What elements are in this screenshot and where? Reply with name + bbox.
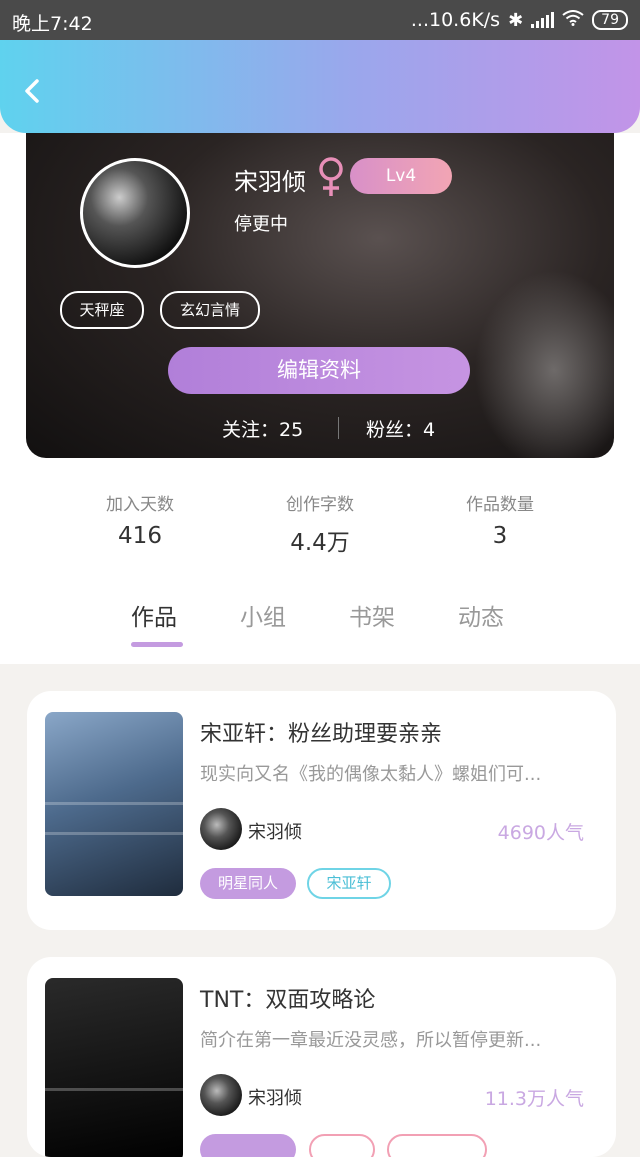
- author-name[interactable]: 宋羽倾: [248, 818, 302, 844]
- back-button[interactable]: [18, 76, 48, 106]
- work-tag[interactable]: 宋亚轩: [307, 868, 391, 899]
- profile-status: 停更中: [234, 214, 288, 235]
- status-time: 晚上7:42: [12, 13, 93, 35]
- level-badge: Lv4: [350, 158, 452, 194]
- following-count[interactable]: 关注：25: [222, 415, 303, 442]
- chevron-left-icon: [25, 79, 39, 103]
- work-tag[interactable]: [200, 1134, 296, 1157]
- profile-name: 宋羽倾: [234, 168, 306, 196]
- profile-tag-genre: 玄幻言情: [160, 291, 260, 329]
- work-card[interactable]: TNT：双面攻略论 简介在第一章最近没灵感，所以暂停更新... 宋羽倾 11.3…: [27, 957, 616, 1157]
- bluetooth-icon: ✱: [508, 9, 524, 31]
- stat-join-days: 加入天数 416: [65, 490, 215, 549]
- work-tag[interactable]: [387, 1134, 487, 1157]
- stat-word-count: 创作字数 4.4万: [245, 490, 395, 557]
- author-avatar[interactable]: [200, 1074, 242, 1116]
- tab-activity[interactable]: 动态: [458, 598, 504, 632]
- author-name[interactable]: 宋羽倾: [248, 1084, 302, 1110]
- status-bar: 晚上7:42 ...10.6K/s ✱ 79: [0, 0, 640, 40]
- work-popularity: 11.3万人气: [484, 1088, 584, 1110]
- work-cover[interactable]: [45, 978, 183, 1157]
- wifi-icon: [562, 9, 584, 31]
- tab-bar: 作品 小组 书架 动态: [0, 598, 640, 664]
- header-bar: [0, 40, 640, 133]
- work-tag[interactable]: 明星同人: [200, 868, 296, 899]
- work-description: 现实向又名《我的偶像太黏人》螺姐们可...: [200, 764, 542, 785]
- work-card[interactable]: 宋亚轩：粉丝助理要亲亲 现实向又名《我的偶像太黏人》螺姐们可... 宋羽倾 46…: [27, 691, 616, 930]
- stat-works-count: 作品数量 3: [425, 490, 575, 549]
- work-title[interactable]: TNT：双面攻略论: [200, 982, 375, 1014]
- author-avatar[interactable]: [200, 808, 242, 850]
- stat-label: 创作字数: [286, 495, 354, 515]
- stat-value: 416: [118, 523, 162, 549]
- profile-tag-zodiac: 天秤座: [60, 291, 144, 329]
- work-popularity: 4690人气: [497, 822, 584, 844]
- profile-card: 宋羽倾 Lv4 停更中 天秤座 玄幻言情 编辑资料 关注：25 粉丝：4: [26, 120, 614, 458]
- stat-value: 3: [492, 523, 508, 549]
- signal-icon: [531, 12, 555, 28]
- work-cover[interactable]: [45, 712, 183, 896]
- tab-groups[interactable]: 小组: [240, 598, 286, 632]
- battery-indicator: 79: [592, 10, 628, 30]
- edit-profile-button[interactable]: 编辑资料: [168, 347, 470, 394]
- stat-label: 作品数量: [466, 495, 534, 515]
- stats-card: 加入天数 416 创作字数 4.4万 作品数量 3: [52, 458, 588, 581]
- active-tab-indicator: [131, 642, 183, 647]
- follow-divider: [338, 417, 339, 439]
- tab-bookshelf[interactable]: 书架: [349, 598, 395, 632]
- followers-count[interactable]: 粉丝：4: [366, 415, 435, 442]
- network-speed: ...10.6K/s: [410, 9, 501, 31]
- work-description: 简介在第一章最近没灵感，所以暂停更新...: [200, 1030, 542, 1051]
- avatar[interactable]: [80, 158, 190, 268]
- work-title[interactable]: 宋亚轩：粉丝助理要亲亲: [200, 716, 442, 748]
- female-icon: [316, 156, 346, 202]
- stat-label: 加入天数: [106, 495, 174, 515]
- work-tag[interactable]: [309, 1134, 375, 1157]
- stat-value: 4.4万: [290, 530, 350, 556]
- tab-works[interactable]: 作品: [131, 598, 177, 632]
